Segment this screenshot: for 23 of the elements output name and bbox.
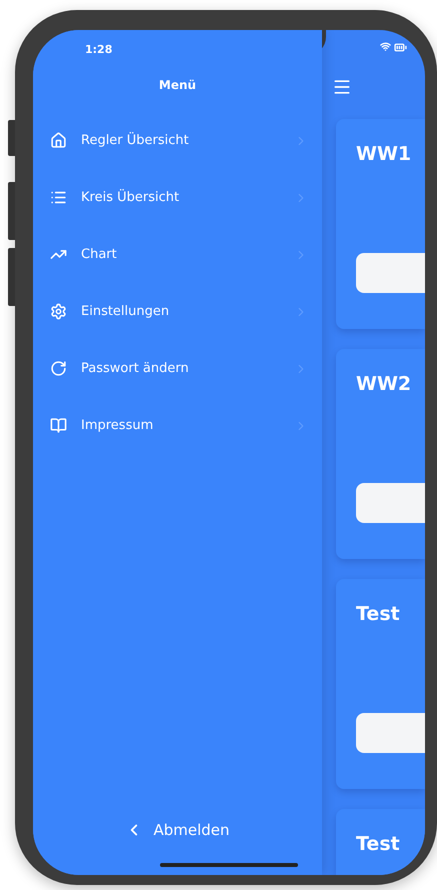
input-field[interactable] (356, 713, 425, 753)
input-field[interactable] (356, 483, 425, 523)
menu-item[interactable]: Einstellungen (33, 283, 322, 340)
battery-icon (394, 41, 407, 54)
menu-item[interactable]: Kreis Übersicht (33, 169, 322, 226)
menu-item[interactable]: Chart (33, 226, 322, 283)
card-title: Test (356, 833, 401, 855)
menu-item[interactable]: Impressum (33, 397, 322, 454)
input-field[interactable] (356, 253, 425, 293)
home-icon (50, 132, 67, 149)
card-title: WW1 (356, 143, 412, 165)
menu-item[interactable]: Regler Übersicht (33, 112, 322, 169)
wifi-icon (380, 41, 391, 52)
logout-button[interactable]: Abmelden (125, 821, 230, 839)
settings-icon (50, 303, 67, 320)
card-title: Test (356, 603, 401, 625)
drawer-title: Menü (158, 78, 196, 92)
list-icon (50, 189, 67, 206)
card-title: WW2 (356, 373, 412, 395)
book-icon (50, 417, 67, 434)
rotate-icon (50, 360, 67, 377)
status-time: 1:28 (85, 43, 114, 56)
menu-item[interactable]: Passwort ändern (33, 340, 322, 397)
